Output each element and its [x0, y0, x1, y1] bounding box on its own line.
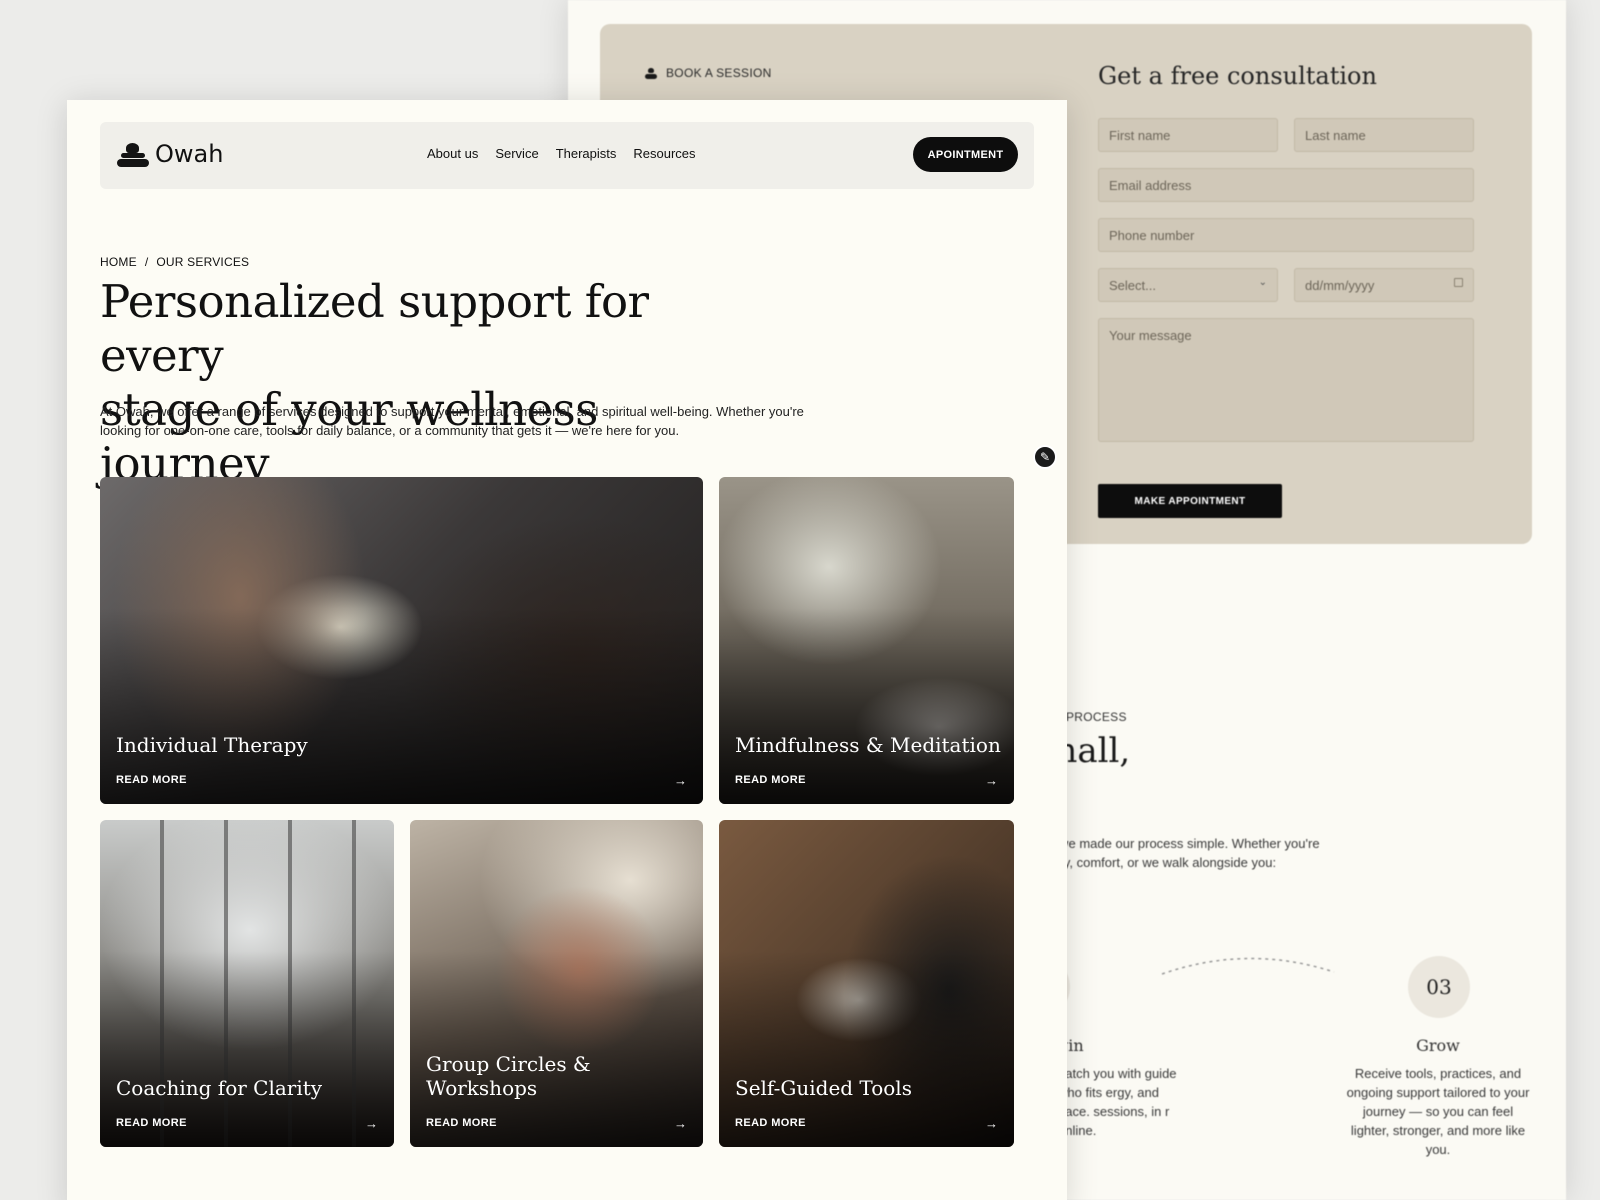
first-name-field[interactable]: First name — [1098, 118, 1278, 152]
read-more-link[interactable]: READ MORE — [116, 774, 187, 786]
breadcrumb-current: OUR SERVICES — [156, 255, 250, 269]
step-3-number: 03 — [1408, 956, 1470, 1018]
message-field[interactable]: Your message — [1098, 318, 1474, 442]
step-2-desc: natch you with guide who fits ergy, and … — [1058, 1066, 1177, 1138]
stacked-stones-icon — [117, 141, 149, 167]
chevron-down-icon: ⌄ — [1258, 277, 1267, 288]
book-session-label: BOOK A SESSION — [644, 66, 772, 80]
services-page: Owah About us Service Therapists Resourc… — [67, 100, 1067, 1200]
dashed-connector — [1161, 957, 1335, 975]
email-field[interactable]: Email address — [1098, 168, 1474, 202]
nav-link-resources[interactable]: Resources — [633, 146, 695, 161]
arrow-right-icon[interactable]: → — [674, 1116, 687, 1131]
framer-icon[interactable]: ✎ — [1033, 445, 1057, 469]
arrow-right-icon[interactable]: → — [985, 773, 998, 788]
page-description: At Owah, we offer a range of services de… — [100, 404, 804, 438]
nav-link-therapists[interactable]: Therapists — [556, 146, 617, 161]
navbar: Owah About us Service Therapists Resourc… — [100, 122, 1034, 189]
last-name-field[interactable]: Last name — [1294, 118, 1474, 152]
read-more-link[interactable]: READ MORE — [116, 1117, 187, 1129]
calendar-icon — [1454, 278, 1463, 287]
card-title: Mindfulness & Meditation — [735, 733, 1001, 757]
read-more-link[interactable]: READ MORE — [735, 774, 806, 786]
service-card-mindfulness[interactable]: Mindfulness & Meditation READ MORE → — [719, 477, 1014, 804]
consultation-title: Get a free consultation — [1098, 62, 1377, 90]
read-more-link[interactable]: READ MORE — [426, 1117, 497, 1129]
card-title: Group Circles & Workshops — [426, 1052, 591, 1100]
breadcrumb-separator: / — [144, 255, 149, 269]
service-card-group-circles[interactable]: Group Circles & Workshops READ MORE → — [410, 820, 703, 1147]
step-3-desc: Receive tools, practices, and ongoing su… — [1346, 1066, 1530, 1157]
date-field[interactable]: dd/mm/yyyy — [1294, 268, 1474, 302]
make-appointment-button[interactable]: MAKE APPOINTMENT — [1098, 484, 1282, 518]
nav-link-service[interactable]: Service — [495, 146, 538, 161]
card-title: Coaching for Clarity — [116, 1076, 323, 1100]
service-card-self-guided[interactable]: Self-Guided Tools READ MORE → — [719, 820, 1014, 1147]
process-label: PROCESS — [1066, 710, 1127, 724]
arrow-right-icon[interactable]: → — [674, 773, 687, 788]
step-3-title: Grow — [1416, 1036, 1460, 1055]
page-title: Personalized support for every stage of … — [100, 275, 649, 490]
service-card-coaching[interactable]: Coaching for Clarity READ MORE → — [100, 820, 394, 1147]
arrow-right-icon[interactable]: → — [365, 1116, 378, 1131]
service-select[interactable]: Select... ⌄ — [1098, 268, 1278, 302]
logo-icon — [644, 67, 658, 79]
arrow-right-icon[interactable]: → — [985, 1116, 998, 1131]
breadcrumb-home[interactable]: HOME — [100, 255, 137, 269]
nav-links: About us Service Therapists Resources — [427, 146, 696, 161]
nav-link-about[interactable]: About us — [427, 146, 478, 161]
read-more-link[interactable]: READ MORE — [735, 1117, 806, 1129]
card-title: Individual Therapy — [116, 733, 308, 757]
card-title: Self-Guided Tools — [735, 1076, 912, 1100]
appointment-button[interactable]: APOINTMENT — [913, 137, 1018, 172]
breadcrumb: HOME / OUR SERVICES — [100, 255, 249, 269]
phone-field[interactable]: Phone number — [1098, 218, 1474, 252]
logo[interactable]: Owah — [117, 140, 223, 168]
service-card-individual-therapy[interactable]: Individual Therapy READ MORE → — [100, 477, 703, 804]
